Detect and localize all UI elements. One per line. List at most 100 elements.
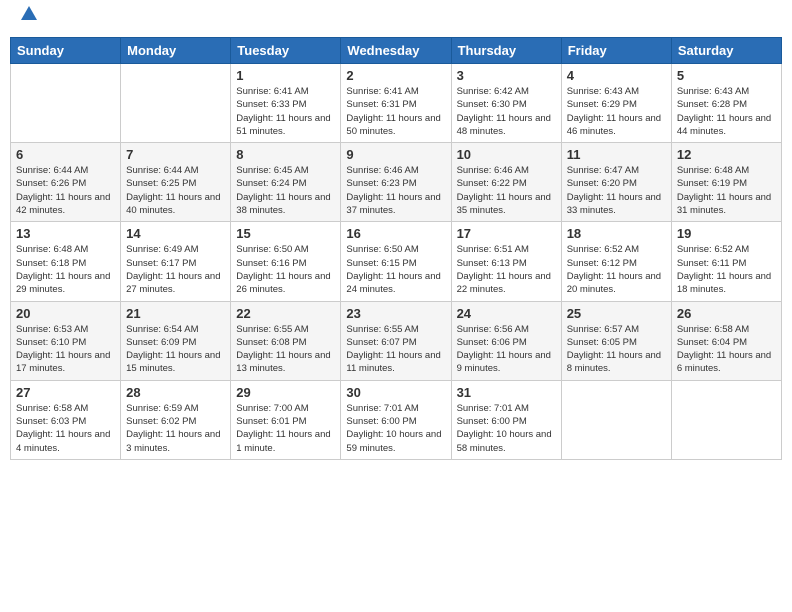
calendar-cell: 13 Sunrise: 6:48 AM Sunset: 6:18 PM Dayli… <box>11 222 121 301</box>
day-detail: Sunrise: 6:55 AM Sunset: 6:08 PM Dayligh… <box>236 323 335 376</box>
calendar-cell: 27 Sunrise: 6:58 AM Sunset: 6:03 PM Dayli… <box>11 380 121 459</box>
calendar-day-header: Wednesday <box>341 38 451 64</box>
day-number: 11 <box>567 147 666 162</box>
day-number: 17 <box>457 226 556 241</box>
day-detail: Sunrise: 6:44 AM Sunset: 6:26 PM Dayligh… <box>16 164 115 217</box>
day-number: 18 <box>567 226 666 241</box>
day-detail: Sunrise: 6:48 AM Sunset: 6:18 PM Dayligh… <box>16 243 115 296</box>
day-number: 16 <box>346 226 445 241</box>
page-header <box>10 10 782 29</box>
day-number: 31 <box>457 385 556 400</box>
day-detail: Sunrise: 7:01 AM Sunset: 6:00 PM Dayligh… <box>346 402 445 455</box>
day-detail: Sunrise: 7:00 AM Sunset: 6:01 PM Dayligh… <box>236 402 335 455</box>
day-number: 21 <box>126 306 225 321</box>
calendar-cell <box>671 380 781 459</box>
calendar-header-row: SundayMondayTuesdayWednesdayThursdayFrid… <box>11 38 782 64</box>
calendar-week-row: 13 Sunrise: 6:48 AM Sunset: 6:18 PM Dayli… <box>11 222 782 301</box>
calendar-cell: 11 Sunrise: 6:47 AM Sunset: 6:20 PM Dayli… <box>561 143 671 222</box>
day-number: 8 <box>236 147 335 162</box>
day-detail: Sunrise: 6:46 AM Sunset: 6:23 PM Dayligh… <box>346 164 445 217</box>
day-detail: Sunrise: 6:54 AM Sunset: 6:09 PM Dayligh… <box>126 323 225 376</box>
day-detail: Sunrise: 6:51 AM Sunset: 6:13 PM Dayligh… <box>457 243 556 296</box>
calendar-cell: 15 Sunrise: 6:50 AM Sunset: 6:16 PM Dayli… <box>231 222 341 301</box>
calendar-cell: 9 Sunrise: 6:46 AM Sunset: 6:23 PM Daylig… <box>341 143 451 222</box>
calendar-cell: 30 Sunrise: 7:01 AM Sunset: 6:00 PM Dayli… <box>341 380 451 459</box>
calendar-cell: 20 Sunrise: 6:53 AM Sunset: 6:10 PM Dayli… <box>11 301 121 380</box>
logo-triangle <box>21 6 37 25</box>
day-number: 7 <box>126 147 225 162</box>
calendar-week-row: 1Sunrise: 6:41 AM Sunset: 6:33 PM Daylig… <box>11 64 782 143</box>
day-detail: Sunrise: 6:55 AM Sunset: 6:07 PM Dayligh… <box>346 323 445 376</box>
calendar-cell: 28 Sunrise: 6:59 AM Sunset: 6:02 PM Dayli… <box>121 380 231 459</box>
day-detail: Sunrise: 6:57 AM Sunset: 6:05 PM Dayligh… <box>567 323 666 376</box>
day-number: 2 <box>346 68 445 83</box>
calendar-week-row: 20 Sunrise: 6:53 AM Sunset: 6:10 PM Dayli… <box>11 301 782 380</box>
day-detail: Sunrise: 6:43 AM Sunset: 6:29 PM Dayligh… <box>567 85 666 138</box>
calendar-cell: 21 Sunrise: 6:54 AM Sunset: 6:09 PM Dayli… <box>121 301 231 380</box>
calendar-cell <box>561 380 671 459</box>
day-number: 22 <box>236 306 335 321</box>
day-number: 30 <box>346 385 445 400</box>
day-detail: Sunrise: 6:50 AM Sunset: 6:16 PM Dayligh… <box>236 243 335 296</box>
day-detail: Sunrise: 6:58 AM Sunset: 6:04 PM Dayligh… <box>677 323 776 376</box>
calendar-cell: 2Sunrise: 6:41 AM Sunset: 6:31 PM Daylig… <box>341 64 451 143</box>
day-detail: Sunrise: 6:47 AM Sunset: 6:20 PM Dayligh… <box>567 164 666 217</box>
day-number: 28 <box>126 385 225 400</box>
day-detail: Sunrise: 6:58 AM Sunset: 6:03 PM Dayligh… <box>16 402 115 455</box>
day-detail: Sunrise: 7:01 AM Sunset: 6:00 PM Dayligh… <box>457 402 556 455</box>
day-number: 9 <box>346 147 445 162</box>
day-number: 13 <box>16 226 115 241</box>
calendar-cell: 16 Sunrise: 6:50 AM Sunset: 6:15 PM Dayli… <box>341 222 451 301</box>
calendar-body: 1Sunrise: 6:41 AM Sunset: 6:33 PM Daylig… <box>11 64 782 460</box>
day-number: 23 <box>346 306 445 321</box>
calendar-cell: 14Sunrise: 6:49 AM Sunset: 6:17 PM Dayli… <box>121 222 231 301</box>
calendar-cell: 10 Sunrise: 6:46 AM Sunset: 6:22 PM Dayli… <box>451 143 561 222</box>
calendar-day-header: Tuesday <box>231 38 341 64</box>
day-number: 26 <box>677 306 776 321</box>
calendar-cell: 4 Sunrise: 6:43 AM Sunset: 6:29 PM Daylig… <box>561 64 671 143</box>
day-number: 25 <box>567 306 666 321</box>
calendar-week-row: 27 Sunrise: 6:58 AM Sunset: 6:03 PM Dayli… <box>11 380 782 459</box>
day-number: 4 <box>567 68 666 83</box>
day-detail: Sunrise: 6:50 AM Sunset: 6:15 PM Dayligh… <box>346 243 445 296</box>
day-number: 6 <box>16 147 115 162</box>
calendar-cell: 26 Sunrise: 6:58 AM Sunset: 6:04 PM Dayli… <box>671 301 781 380</box>
calendar-cell: 3Sunrise: 6:42 AM Sunset: 6:30 PM Daylig… <box>451 64 561 143</box>
day-number: 3 <box>457 68 556 83</box>
day-detail: Sunrise: 6:49 AM Sunset: 6:17 PM Dayligh… <box>126 243 225 296</box>
calendar-cell: 24 Sunrise: 6:56 AM Sunset: 6:06 PM Dayli… <box>451 301 561 380</box>
calendar-cell: 8 Sunrise: 6:45 AM Sunset: 6:24 PM Daylig… <box>231 143 341 222</box>
calendar-cell: 1Sunrise: 6:41 AM Sunset: 6:33 PM Daylig… <box>231 64 341 143</box>
day-number: 24 <box>457 306 556 321</box>
calendar-cell <box>121 64 231 143</box>
calendar-day-header: Monday <box>121 38 231 64</box>
calendar-cell: 7Sunrise: 6:44 AM Sunset: 6:25 PM Daylig… <box>121 143 231 222</box>
calendar-cell <box>11 64 121 143</box>
calendar-day-header: Saturday <box>671 38 781 64</box>
day-detail: Sunrise: 6:46 AM Sunset: 6:22 PM Dayligh… <box>457 164 556 217</box>
day-number: 27 <box>16 385 115 400</box>
day-detail: Sunrise: 6:53 AM Sunset: 6:10 PM Dayligh… <box>16 323 115 376</box>
day-number: 10 <box>457 147 556 162</box>
day-number: 1 <box>236 68 335 83</box>
calendar-day-header: Sunday <box>11 38 121 64</box>
day-detail: Sunrise: 6:52 AM Sunset: 6:12 PM Dayligh… <box>567 243 666 296</box>
calendar-cell: 17 Sunrise: 6:51 AM Sunset: 6:13 PM Dayli… <box>451 222 561 301</box>
day-detail: Sunrise: 6:59 AM Sunset: 6:02 PM Dayligh… <box>126 402 225 455</box>
logo <box>18 14 37 25</box>
calendar-cell: 5Sunrise: 6:43 AM Sunset: 6:28 PM Daylig… <box>671 64 781 143</box>
day-detail: Sunrise: 6:48 AM Sunset: 6:19 PM Dayligh… <box>677 164 776 217</box>
calendar-cell: 22 Sunrise: 6:55 AM Sunset: 6:08 PM Dayli… <box>231 301 341 380</box>
day-number: 19 <box>677 226 776 241</box>
day-detail: Sunrise: 6:56 AM Sunset: 6:06 PM Dayligh… <box>457 323 556 376</box>
day-number: 29 <box>236 385 335 400</box>
calendar-cell: 29 Sunrise: 7:00 AM Sunset: 6:01 PM Dayli… <box>231 380 341 459</box>
day-number: 20 <box>16 306 115 321</box>
calendar-cell: 6 Sunrise: 6:44 AM Sunset: 6:26 PM Daylig… <box>11 143 121 222</box>
day-number: 5 <box>677 68 776 83</box>
calendar-week-row: 6 Sunrise: 6:44 AM Sunset: 6:26 PM Daylig… <box>11 143 782 222</box>
calendar-cell: 25 Sunrise: 6:57 AM Sunset: 6:05 PM Dayli… <box>561 301 671 380</box>
calendar-cell: 12Sunrise: 6:48 AM Sunset: 6:19 PM Dayli… <box>671 143 781 222</box>
day-number: 15 <box>236 226 335 241</box>
day-detail: Sunrise: 6:45 AM Sunset: 6:24 PM Dayligh… <box>236 164 335 217</box>
